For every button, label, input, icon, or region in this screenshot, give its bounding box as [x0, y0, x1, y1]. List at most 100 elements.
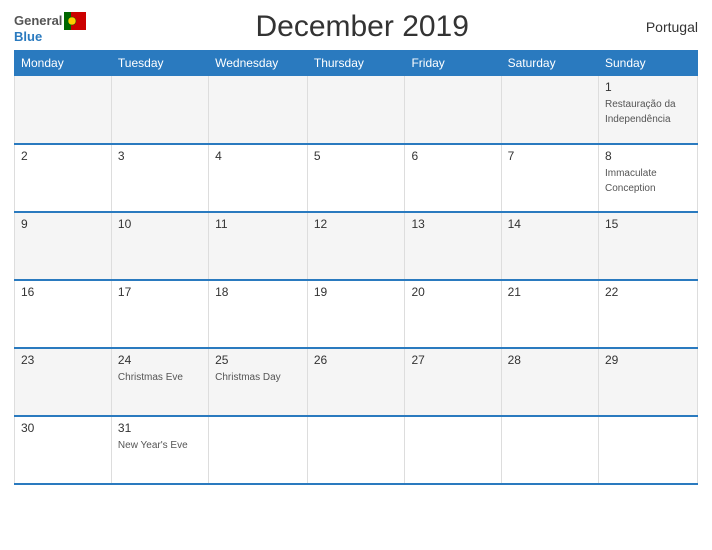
calendar-day: [209, 416, 308, 484]
day-number: 12: [314, 217, 399, 231]
day-number: 8: [605, 149, 691, 163]
calendar-week-3: 9 10 11 12 13 14 15: [15, 212, 698, 280]
calendar-day: 25 Christmas Day: [209, 348, 308, 416]
calendar-day: [209, 76, 308, 144]
calendar-day: 19: [307, 280, 405, 348]
day-number: 22: [605, 285, 691, 299]
calendar-day: 5: [307, 144, 405, 212]
calendar-day: 15: [598, 212, 697, 280]
calendar-day: 21: [501, 280, 598, 348]
day-number: 26: [314, 353, 399, 367]
day-number: 15: [605, 217, 691, 231]
calendar-table: Monday Tuesday Wednesday Thursday Friday…: [14, 50, 698, 485]
calendar-day: 22: [598, 280, 697, 348]
day-number: 16: [21, 285, 105, 299]
col-thursday: Thursday: [307, 51, 405, 76]
calendar-page: General Blue December 2019 Portugal Mond…: [0, 0, 712, 550]
col-monday: Monday: [15, 51, 112, 76]
calendar-day: 26: [307, 348, 405, 416]
calendar-day: 7: [501, 144, 598, 212]
calendar-day: 29: [598, 348, 697, 416]
calendar-day: 12: [307, 212, 405, 280]
calendar-day: 14: [501, 212, 598, 280]
day-number: 14: [508, 217, 592, 231]
calendar-day: [501, 76, 598, 144]
calendar-day: 8 Immaculate Conception: [598, 144, 697, 212]
calendar-week-2: 2345678 Immaculate Conception: [15, 144, 698, 212]
calendar-day: 4: [209, 144, 308, 212]
logo-blue-text: Blue: [14, 30, 42, 43]
day-number: 20: [411, 285, 494, 299]
calendar-day: 23: [15, 348, 112, 416]
calendar-header-row: Monday Tuesday Wednesday Thursday Friday…: [15, 51, 698, 76]
calendar-day: [405, 76, 501, 144]
calendar-week-1: 1 Restauração da Independência: [15, 76, 698, 144]
holiday-label: New Year's Eve: [118, 440, 188, 451]
calendar-day: [111, 76, 208, 144]
calendar-day: [307, 76, 405, 144]
logo-flag-icon: [64, 12, 86, 30]
day-number: 30: [21, 421, 105, 435]
day-number: 31: [118, 421, 202, 435]
day-number: 11: [215, 217, 301, 231]
calendar-day: [15, 76, 112, 144]
calendar-week-6: 30 31 New Year's Eve: [15, 416, 698, 484]
logo: General Blue: [14, 12, 86, 43]
calendar-day: 30: [15, 416, 112, 484]
calendar-day: 13: [405, 212, 501, 280]
calendar-day: 20: [405, 280, 501, 348]
month-title: December 2019: [86, 10, 638, 44]
day-number: 17: [118, 285, 202, 299]
day-number: 19: [314, 285, 399, 299]
holiday-label: Immaculate Conception: [605, 168, 657, 194]
day-number: 27: [411, 353, 494, 367]
calendar-day: 28: [501, 348, 598, 416]
day-number: 23: [21, 353, 105, 367]
day-number: 3: [118, 149, 202, 163]
calendar-day: [307, 416, 405, 484]
header: General Blue December 2019 Portugal: [14, 10, 698, 44]
col-sunday: Sunday: [598, 51, 697, 76]
logo-general-text: General: [14, 14, 62, 27]
day-number: 24: [118, 353, 202, 367]
calendar-day: 1 Restauração da Independência: [598, 76, 697, 144]
calendar-week-5: 23 24 Christmas Eve 25 Christmas Day 26 27 28 29: [15, 348, 698, 416]
day-number: 18: [215, 285, 301, 299]
calendar-day: 17: [111, 280, 208, 348]
calendar-day: 6: [405, 144, 501, 212]
holiday-label: Restauração da Independência: [605, 99, 676, 125]
calendar-day: 2: [15, 144, 112, 212]
day-number: 10: [118, 217, 202, 231]
calendar-day: 16: [15, 280, 112, 348]
calendar-day: [405, 416, 501, 484]
col-saturday: Saturday: [501, 51, 598, 76]
calendar-day: 18: [209, 280, 308, 348]
day-number: 6: [411, 149, 494, 163]
holiday-label: Christmas Eve: [118, 372, 183, 383]
calendar-day: 3: [111, 144, 208, 212]
col-wednesday: Wednesday: [209, 51, 308, 76]
country-label: Portugal: [638, 19, 698, 35]
day-number: 5: [314, 149, 399, 163]
calendar-day: 11: [209, 212, 308, 280]
day-number: 9: [21, 217, 105, 231]
day-number: 7: [508, 149, 592, 163]
col-tuesday: Tuesday: [111, 51, 208, 76]
calendar-day: [598, 416, 697, 484]
day-number: 21: [508, 285, 592, 299]
calendar-day: 27: [405, 348, 501, 416]
col-friday: Friday: [405, 51, 501, 76]
day-number: 2: [21, 149, 105, 163]
day-number: 13: [411, 217, 494, 231]
day-number: 4: [215, 149, 301, 163]
day-number: 29: [605, 353, 691, 367]
day-number: 1: [605, 80, 691, 94]
calendar-week-4: 16 17 18 19 20 21 22: [15, 280, 698, 348]
day-number: 28: [508, 353, 592, 367]
holiday-label: Christmas Day: [215, 372, 281, 383]
day-number: 25: [215, 353, 301, 367]
calendar-day: [501, 416, 598, 484]
calendar-day: 10: [111, 212, 208, 280]
calendar-day: 31 New Year's Eve: [111, 416, 208, 484]
calendar-day: 9: [15, 212, 112, 280]
